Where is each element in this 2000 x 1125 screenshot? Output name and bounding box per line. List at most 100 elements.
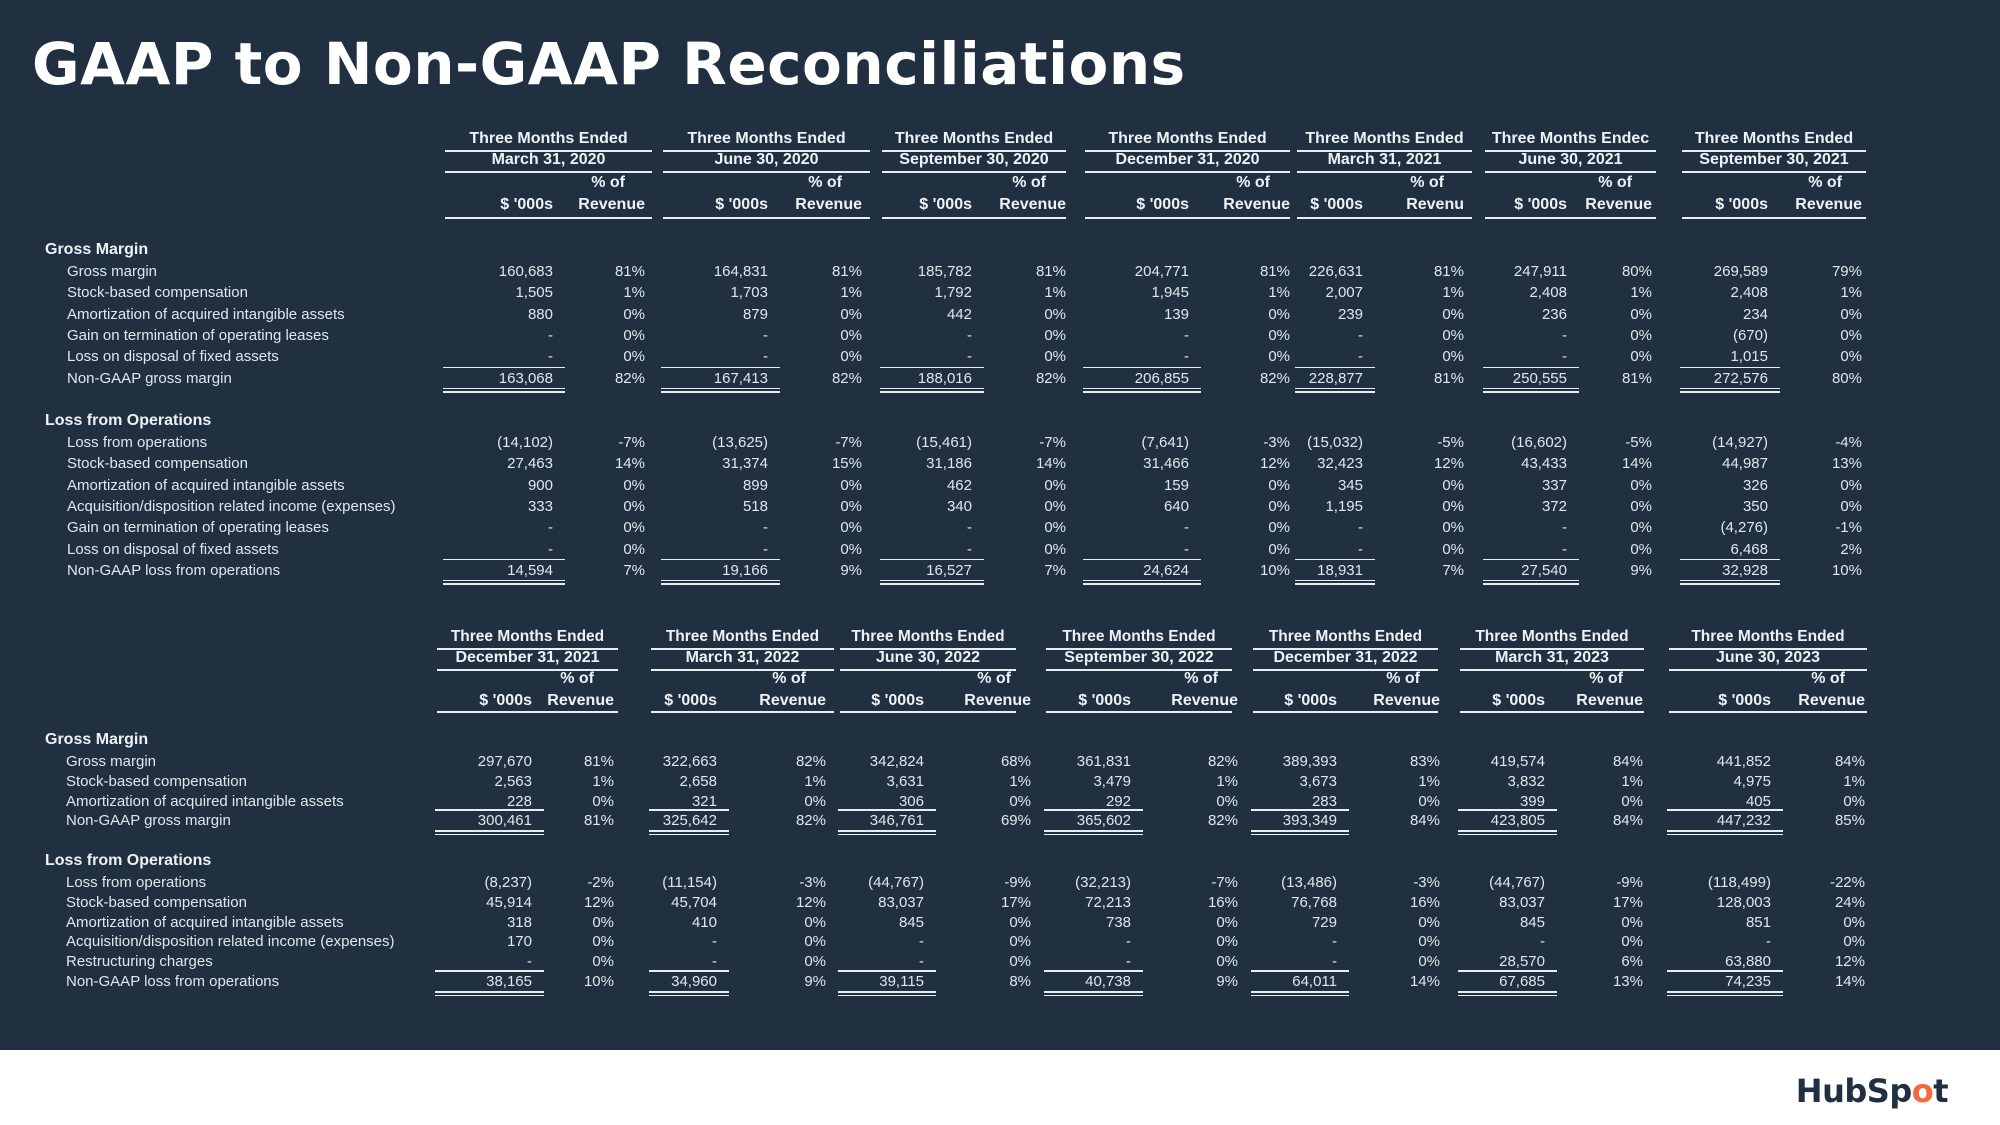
pct-cell: 0%	[1843, 913, 1865, 931]
double-underline	[1083, 387, 1201, 389]
value-cell: -	[763, 519, 768, 537]
row-label: Gross margin	[67, 263, 158, 280]
pct-cell: -2%	[587, 874, 614, 891]
sprocket-icon: o	[1911, 1072, 1934, 1110]
pct-cell: 6%	[1621, 953, 1643, 971]
value-cell: (13,486)	[1281, 874, 1337, 891]
value-cell: (32,213)	[1075, 874, 1131, 891]
pct-cell: 0%	[1044, 497, 1066, 515]
subtotal-rule	[661, 558, 780, 561]
double-underline	[661, 387, 780, 389]
total-pct-cell: 82%	[614, 369, 645, 387]
period-date: December 31, 2020	[1115, 151, 1260, 168]
value-cell: 399	[1519, 792, 1545, 810]
value-column-header: $ '000s	[715, 196, 768, 213]
period-heading: Three Months Ended	[665, 628, 820, 645]
value-column-header: $ '000s	[1492, 692, 1545, 709]
total-pct-cell: 81%	[583, 812, 614, 830]
value-cell: 729	[1311, 913, 1337, 931]
pct-cell: 0%	[840, 326, 862, 344]
pct-of-header: % of	[808, 174, 842, 191]
pct-cell: 16%	[1409, 893, 1440, 911]
value-cell: 128,003	[1716, 893, 1771, 911]
pct-cell: 0%	[592, 933, 614, 951]
value-cell: 228	[506, 792, 532, 810]
pct-cell: 80%	[1621, 263, 1652, 280]
total-pct-cell: 80%	[1831, 369, 1862, 387]
total-value-cell: 16,527	[926, 561, 972, 579]
value-column-header: $ '000s	[1136, 196, 1189, 213]
value-cell: -	[1184, 326, 1189, 344]
header-rule	[651, 669, 834, 671]
double-underline	[649, 994, 729, 996]
revenue-column-header: Revenue	[795, 196, 862, 213]
double-underline	[1680, 387, 1780, 389]
period-date: March 31, 2021	[1327, 151, 1442, 168]
value-cell: (4,276)	[1720, 519, 1768, 537]
value-cell: 31,466	[1143, 455, 1189, 473]
period-date: December 31, 2022	[1273, 649, 1418, 666]
pct-cell: 0%	[1840, 497, 1862, 515]
double-underline	[1295, 579, 1375, 582]
total-pct-cell: 9%	[840, 561, 862, 579]
value-cell: 72,213	[1085, 893, 1131, 911]
value-cell: 185,782	[917, 263, 972, 280]
pct-of-header: % of	[1811, 670, 1845, 687]
value-cell: -	[1358, 326, 1363, 344]
total-pct-cell: 82%	[831, 369, 862, 387]
period-heading: Three Months Ended	[469, 130, 628, 147]
period-date: September 30, 2020	[899, 151, 1049, 168]
value-cell: 2,408	[1730, 284, 1768, 302]
row-label: Stock-based compensation	[67, 284, 248, 302]
double-underline	[1044, 991, 1143, 993]
pct-cell: 0%	[1630, 497, 1652, 515]
row-label: Acquisition/disposition related income (…	[67, 497, 396, 515]
pct-cell: 0%	[840, 305, 862, 323]
value-cell: 361,831	[1076, 753, 1131, 770]
pct-cell: 0%	[1442, 497, 1464, 515]
pct-cell: 1%	[1840, 284, 1862, 302]
value-cell: -	[763, 540, 768, 558]
value-cell: -	[1358, 519, 1363, 537]
subtotal-rule	[1667, 970, 1783, 972]
value-cell: 226,631	[1308, 263, 1363, 280]
pct-cell: 12%	[1433, 455, 1464, 473]
pct-cell: 0%	[1442, 305, 1464, 323]
total-value-cell: 167,413	[713, 369, 768, 387]
period-heading: Three Months Ended	[851, 628, 1005, 645]
pct-cell: 2%	[1840, 540, 1862, 558]
double-underline	[661, 391, 780, 393]
subtotal-rule	[1251, 809, 1349, 811]
value-cell: 2,563	[494, 772, 532, 790]
header-rule	[1485, 171, 1656, 173]
period-heading: Three Months Ended	[1108, 130, 1267, 147]
double-underline	[1483, 579, 1579, 582]
value-cell: 32,423	[1317, 455, 1363, 473]
pct-cell: 0%	[592, 953, 614, 971]
pct-cell: 1%	[623, 284, 645, 302]
pct-cell: 0%	[1418, 792, 1440, 810]
subtotal-rule	[1680, 558, 1780, 561]
pct-cell: 0%	[1442, 476, 1464, 494]
pct-cell: 0%	[1840, 476, 1862, 494]
period-heading: Three Months Ended	[450, 628, 605, 645]
period-heading: Three Months Ended	[1691, 628, 1845, 645]
period-date: June 30, 2023	[1715, 649, 1821, 666]
double-underline	[838, 833, 936, 836]
value-column-header: $ '000s	[664, 692, 717, 709]
total-pct-cell: 9%	[1630, 561, 1652, 579]
logo-text: HubSp	[1795, 1072, 1912, 1110]
header-rule	[1085, 171, 1290, 173]
pct-cell: 0%	[1630, 476, 1652, 494]
pct-cell: 1%	[1442, 284, 1464, 302]
value-column-header: $ '000s	[919, 196, 972, 213]
double-underline	[1295, 387, 1375, 389]
value-cell: 1,015	[1730, 348, 1768, 366]
double-underline	[1667, 830, 1783, 832]
revenue-column-header: Revenue	[1798, 692, 1865, 709]
value-cell: 410	[691, 913, 717, 931]
value-cell: 164,831	[713, 263, 768, 280]
pct-of-header: % of	[1808, 174, 1842, 191]
double-underline	[1458, 991, 1557, 993]
row-label: Loss from operations	[67, 434, 208, 451]
